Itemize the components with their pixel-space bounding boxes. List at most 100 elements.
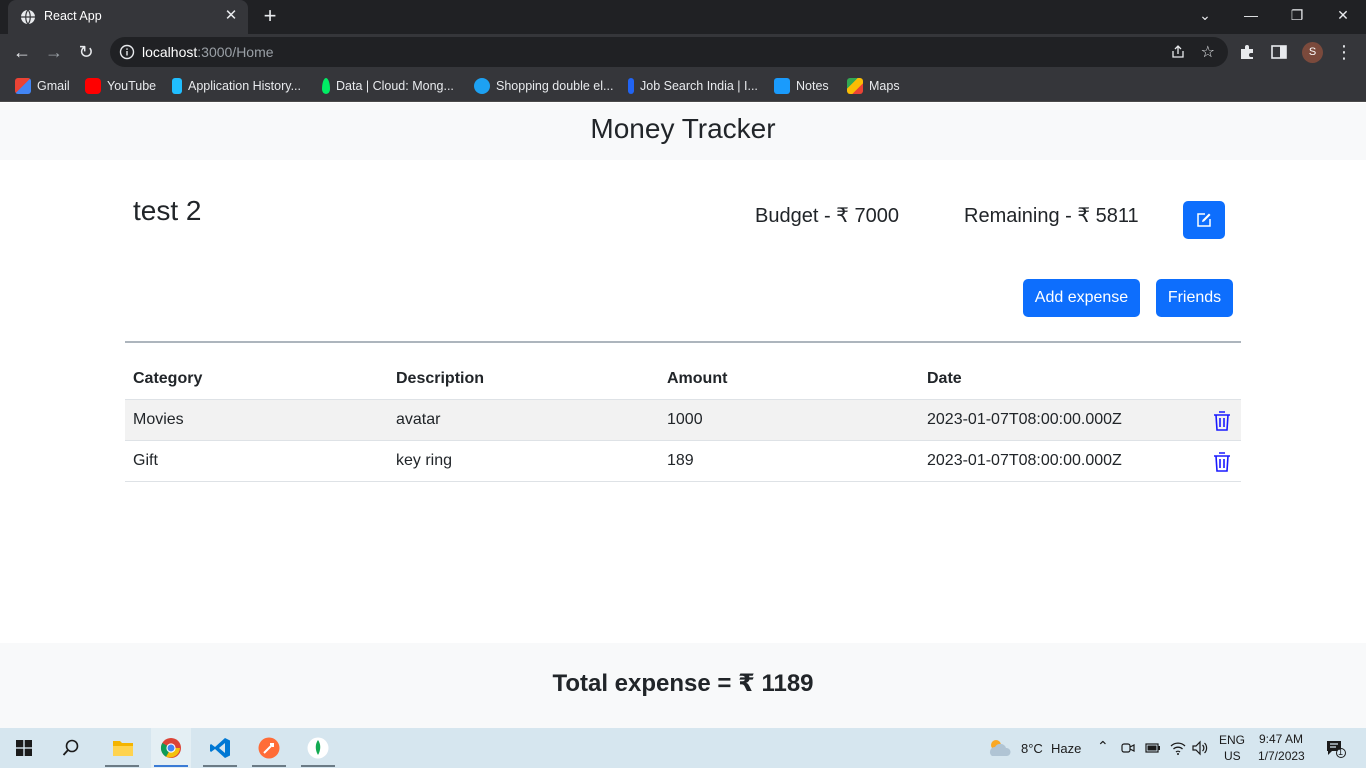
kaggle-icon [172,78,182,94]
trash-icon[interactable] [1212,451,1232,473]
mongodb-icon [307,737,329,759]
address-bar[interactable]: localhost:3000/Home ☆ [110,37,1228,67]
bookmark-notes[interactable]: Notes [774,76,829,96]
header-amount: Amount [667,370,728,387]
windows-taskbar: 8°C Haze ⌃ ENG US 9:47 AM 1/7/2023 1 [0,728,1366,768]
vscode-icon [210,738,230,758]
forward-button[interactable]: → [42,40,66,64]
extensions-icon[interactable] [1238,43,1256,61]
bookmark-label: Data | Cloud: Mong... [336,79,454,93]
weather-desc[interactable]: Haze [1051,741,1081,756]
weather-icon[interactable] [986,737,1014,759]
bookmark-youtube[interactable]: YouTube [85,76,156,96]
battery-icon[interactable] [1145,741,1161,755]
cell-date: 2023-01-07T08:00:00.000Z [927,452,1122,469]
new-tab-button[interactable]: + [258,5,282,29]
bookmark-label: Notes [796,79,829,93]
profile-avatar[interactable]: S [1302,42,1323,63]
cell-category: Gift [133,452,158,469]
bookmark-label: Job Search India | I... [640,79,758,93]
browser-toolbar: ← → ↻ localhost:3000/Home ☆ S ⋮ [0,34,1366,70]
weather-temp[interactable]: 8°C [1021,741,1043,756]
chrome-taskbar-button[interactable] [151,728,191,768]
app-brand[interactable]: Money Tracker [0,113,1366,145]
mongodb-compass-taskbar-button[interactable] [298,728,338,768]
bookmarks-bar: Gmail YouTube Application History... Dat… [0,70,1366,102]
gmail-icon [15,78,31,94]
friends-button[interactable]: Friends [1156,279,1233,317]
edit-icon [1197,213,1211,227]
reload-button[interactable]: ↻ [74,40,98,64]
globe-icon [21,9,35,25]
bookmark-maps[interactable]: Maps [847,76,900,96]
bookmark-shopping[interactable]: Shopping double el... [474,76,613,96]
share-icon[interactable] [1170,44,1186,60]
bookmark-label: Application History... [188,79,302,93]
tab-search-icon[interactable]: ⌄ [1182,0,1228,30]
cell-date: 2023-01-07T08:00:00.000Z [927,411,1122,428]
running-indicator [154,765,188,767]
bookmark-application-history[interactable]: Application History... [172,76,301,96]
close-window-button[interactable]: ✕ [1320,0,1366,30]
bookmark-label: Gmail [37,79,70,93]
url-host: localhost [142,44,198,60]
input-language[interactable]: ENG [1219,733,1245,747]
app-footer: Total expense = ₹ 1189 [0,643,1366,728]
vscode-taskbar-button[interactable] [200,728,240,768]
trash-icon[interactable] [1212,410,1232,432]
side-panel-icon[interactable] [1270,43,1288,61]
notes-icon [774,78,790,94]
input-region[interactable]: US [1224,749,1241,763]
running-indicator [203,765,237,767]
budget-text: Budget - ₹ 7000 [755,205,899,227]
back-button[interactable]: ← [10,40,34,64]
wifi-icon[interactable] [1170,740,1186,756]
file-explorer-taskbar-button[interactable] [102,728,142,768]
browser-tab[interactable]: React App ✕ [8,0,248,34]
tab-close-icon[interactable]: ✕ [222,7,240,25]
running-indicator [252,765,286,767]
running-indicator [105,765,139,767]
folder-icon [113,741,133,756]
bookmark-star-icon[interactable]: ☆ [1201,42,1215,62]
mongodb-icon [322,78,330,94]
restore-button[interactable]: ❐ [1274,0,1320,30]
cell-category: Movies [133,411,184,428]
cell-description: key ring [396,452,453,469]
url-text: localhost:3000/Home [142,44,274,60]
bookmark-label: Shopping double el... [496,79,614,93]
indeed-icon [628,78,634,94]
search-icon[interactable] [62,739,80,757]
cell-amount: 1000 [667,411,703,428]
chevron-up-icon[interactable]: ⌃ [1097,738,1109,755]
postman-taskbar-button[interactable] [249,728,289,768]
cell-description: avatar [396,411,441,428]
table-header-row: Category Description Amount Date [125,359,1241,400]
url-path: :3000/Home [197,44,274,60]
browser-tab-bar: React App ✕ + ⌄ — ❐ ✕ [0,0,1366,34]
bookmark-job-search[interactable]: Job Search India | I... [628,76,758,96]
postman-icon [258,737,280,759]
bookmark-gmail[interactable]: Gmail [15,76,70,96]
tracker-name: test 2 [133,195,202,226]
bookmark-label: Maps [869,79,900,93]
divider [125,341,1241,343]
youtube-icon [85,78,101,94]
tab-title: React App [44,9,102,23]
minimize-button[interactable]: — [1228,0,1274,30]
clock-date[interactable]: 1/7/2023 [1258,749,1305,763]
windows-start-icon[interactable] [16,740,32,756]
meet-now-icon[interactable] [1121,741,1135,755]
site-info-icon[interactable] [119,44,135,60]
cell-amount: 189 [667,452,694,469]
edit-budget-button[interactable] [1183,201,1225,239]
add-expense-button[interactable]: Add expense [1023,279,1140,317]
volume-icon[interactable] [1192,740,1208,756]
app-navbar: Money Tracker [0,103,1366,160]
bookmark-mongodb[interactable]: Data | Cloud: Mong... [322,76,454,96]
maps-icon [847,78,863,94]
menu-kebab-icon[interactable]: ⋮ [1332,40,1356,64]
shopping-icon [474,78,490,94]
clock-time[interactable]: 9:47 AM [1259,732,1303,746]
chrome-icon [160,738,181,758]
